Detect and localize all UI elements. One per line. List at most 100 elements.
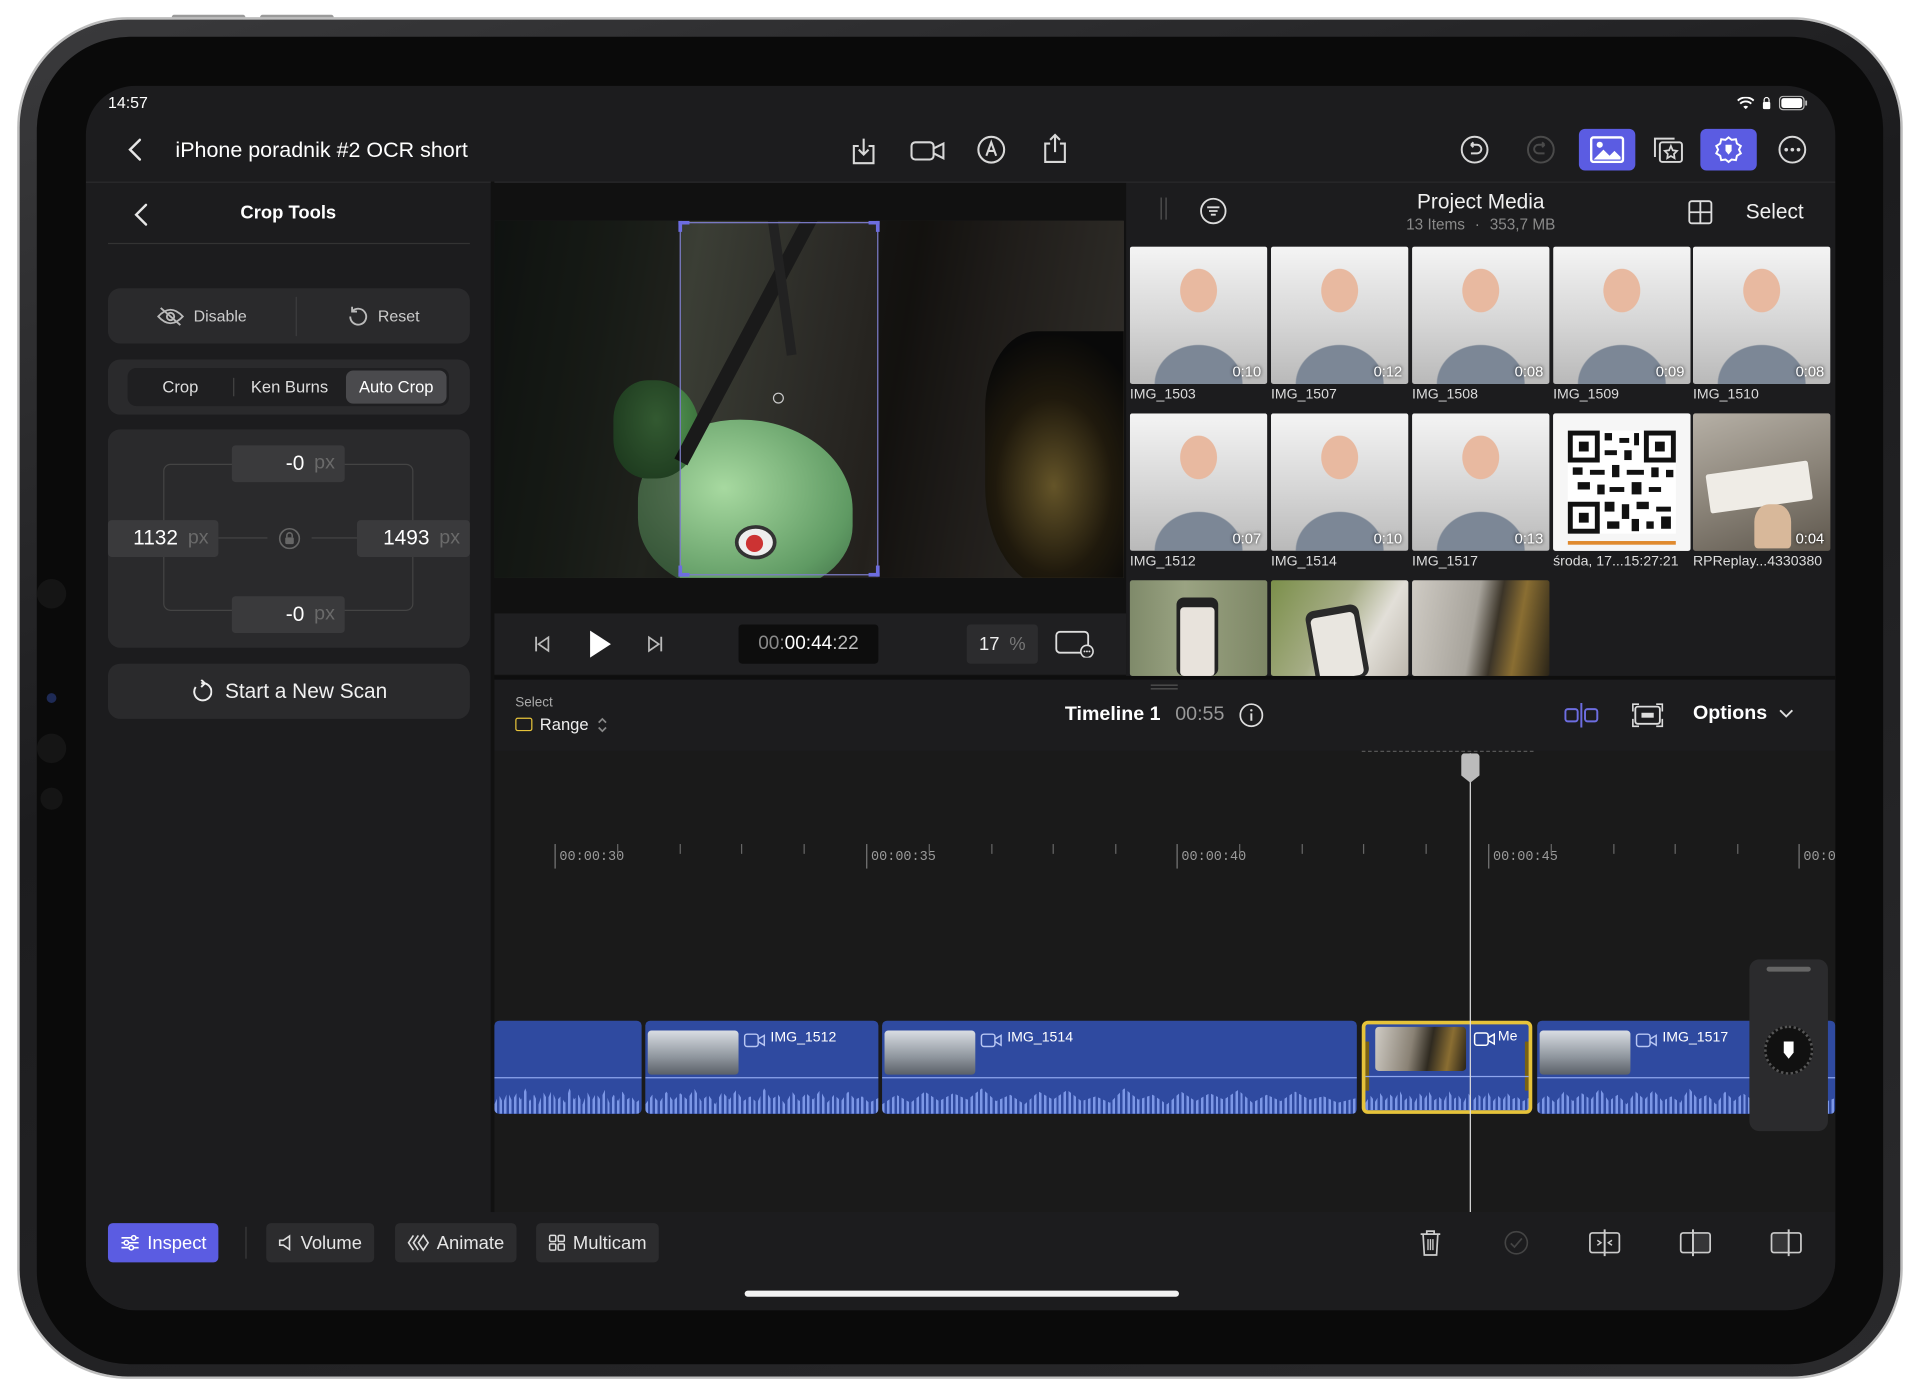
media-select-button[interactable]: Select bbox=[1746, 200, 1804, 225]
front-camera bbox=[46, 693, 57, 703]
crop-left-value: 1132 bbox=[133, 526, 179, 550]
timecode-display[interactable]: 00: 00:44:22 bbox=[738, 624, 879, 664]
grid-view-button[interactable] bbox=[1686, 198, 1715, 227]
play-button[interactable] bbox=[584, 626, 616, 663]
import-button[interactable] bbox=[846, 132, 880, 169]
markup-button[interactable] bbox=[974, 132, 1008, 166]
checkmark-circle-icon bbox=[1504, 1230, 1529, 1255]
inspector-toggle[interactable] bbox=[1700, 128, 1757, 171]
jog-drag-handle[interactable] bbox=[1766, 966, 1811, 972]
media-thumb-img-1503[interactable]: 0:10 bbox=[1129, 246, 1268, 384]
timeline-view-button[interactable] bbox=[1629, 699, 1666, 731]
media-name: IMG_1508 bbox=[1412, 387, 1478, 403]
timeline-clip[interactable] bbox=[494, 1020, 642, 1114]
split-clip-button[interactable] bbox=[1587, 1227, 1621, 1259]
redo-button[interactable] bbox=[1524, 132, 1558, 166]
animate-button[interactable]: Animate bbox=[395, 1223, 517, 1263]
range-select-button[interactable]: Range bbox=[515, 715, 608, 734]
crop-right-field[interactable]: 1493 px bbox=[356, 520, 470, 557]
share-button[interactable] bbox=[1038, 130, 1072, 167]
media-thumb-qr-screenshot[interactable] bbox=[1553, 413, 1691, 551]
segment-auto-crop[interactable]: Auto Crop bbox=[345, 370, 447, 404]
media-thumb-img-1507[interactable]: 0:12 bbox=[1270, 246, 1409, 384]
crop-bottom-field[interactable]: -0 px bbox=[231, 596, 345, 634]
timecode-prefix: 00: bbox=[758, 633, 785, 654]
media-filter-button[interactable] bbox=[1197, 195, 1229, 227]
crop-top-value: -0 bbox=[285, 451, 305, 475]
photo-icon bbox=[1589, 136, 1625, 164]
clip-appearance-icon bbox=[1632, 703, 1664, 728]
segment-ken-burns[interactable]: Ken Burns bbox=[236, 368, 344, 406]
crop-left-field[interactable]: 1132 px bbox=[107, 520, 219, 557]
checkmark-button[interactable] bbox=[1502, 1228, 1531, 1257]
trim-end-button[interactable] bbox=[1769, 1227, 1803, 1259]
volume-button[interactable]: Volume bbox=[266, 1223, 375, 1263]
info-circle-icon[interactable] bbox=[1239, 703, 1264, 728]
clip-trim-handle-left[interactable] bbox=[1365, 1041, 1370, 1091]
media-thumb-img-1517[interactable]: 0:13 bbox=[1412, 413, 1550, 551]
timeline-area[interactable] bbox=[494, 750, 1836, 1213]
crop-rectangle[interactable] bbox=[678, 220, 880, 577]
segment-crop[interactable]: Crop bbox=[128, 368, 234, 406]
media-thumb-img-1514[interactable]: 0:10 bbox=[1270, 413, 1409, 551]
reset-button[interactable]: Reset bbox=[297, 288, 470, 343]
home-indicator[interactable] bbox=[744, 1290, 1179, 1297]
media-thumb-img-1510[interactable]: 0:08 bbox=[1692, 246, 1831, 384]
start-new-scan-button[interactable]: Start a New Scan bbox=[107, 663, 470, 719]
crop-top-field[interactable]: -0 px bbox=[231, 445, 345, 483]
aspect-lock-button[interactable] bbox=[276, 525, 303, 552]
timeline-clip-img-1514[interactable]: IMG_1514 bbox=[882, 1020, 1357, 1114]
transport-bar: 00: 00:44:22 17 % bbox=[494, 613, 1127, 675]
next-edit-button[interactable] bbox=[642, 631, 669, 658]
crop-handle-bottom-left[interactable] bbox=[678, 565, 690, 577]
keyframe-diamonds-icon bbox=[407, 1234, 430, 1252]
previous-edit-button[interactable] bbox=[529, 631, 556, 658]
range-icon bbox=[515, 717, 533, 732]
camera-button[interactable] bbox=[908, 135, 947, 167]
media-thumb-rpreplay[interactable]: 0:04 bbox=[1692, 413, 1831, 551]
undo-button[interactable] bbox=[1457, 132, 1491, 166]
resize-handle[interactable] bbox=[1150, 684, 1178, 690]
panel-drag-handle[interactable] bbox=[1160, 197, 1167, 220]
viewer-video-frame[interactable] bbox=[494, 220, 1124, 578]
media-thumb-img-1508[interactable]: 0:08 bbox=[1412, 246, 1550, 384]
snapping-icon bbox=[1564, 702, 1599, 728]
media-items-count: 13 Items bbox=[1406, 215, 1465, 234]
crop-center-point[interactable] bbox=[772, 392, 784, 404]
jog-wheel[interactable] bbox=[1764, 1025, 1814, 1075]
clip-trim-handle-right[interactable] bbox=[1524, 1041, 1529, 1091]
timeline-clip-img-1512[interactable]: IMG_1512 bbox=[645, 1020, 879, 1114]
crop-handle-bottom-right[interactable] bbox=[868, 565, 880, 577]
disable-button[interactable]: Disable bbox=[108, 288, 296, 343]
media-name: IMG_1509 bbox=[1553, 387, 1620, 403]
multicam-button[interactable]: Multicam bbox=[536, 1223, 659, 1263]
snapping-button[interactable] bbox=[1563, 699, 1600, 731]
jog-control[interactable] bbox=[1749, 959, 1828, 1132]
viewer-options-button[interactable] bbox=[1054, 628, 1096, 660]
media-thumb-phone-1[interactable] bbox=[1129, 580, 1268, 676]
media-browser-toggle[interactable] bbox=[1578, 128, 1636, 171]
inspect-button[interactable]: Inspect bbox=[107, 1223, 219, 1263]
media-name: RPReplay...4330380 bbox=[1692, 554, 1823, 570]
crop-handle-top-left[interactable] bbox=[678, 220, 690, 232]
chevron-down-icon bbox=[1779, 709, 1794, 718]
timeline-clip-selected[interactable]: Me bbox=[1361, 1020, 1533, 1114]
media-thumb-img-1509[interactable]: 0:09 bbox=[1553, 246, 1691, 384]
crop-handle-top-right[interactable] bbox=[868, 220, 880, 232]
clip-name: IMG_1514 bbox=[1007, 1030, 1074, 1046]
screen: 14:57 iPhone poradnik #2 OCR short Crop … bbox=[85, 85, 1836, 1311]
effects-browser-button[interactable] bbox=[1644, 129, 1693, 171]
back-button[interactable] bbox=[120, 132, 149, 166]
trim-start-button[interactable] bbox=[1678, 1227, 1712, 1259]
media-duration: 0:04 bbox=[1795, 529, 1825, 548]
zoom-field[interactable]: 17 % bbox=[966, 624, 1038, 664]
more-button[interactable] bbox=[1775, 132, 1809, 166]
media-thumb-pillow[interactable] bbox=[1412, 580, 1550, 676]
zoom-value: 17 bbox=[978, 633, 1000, 655]
options-menu-button[interactable]: Options bbox=[1693, 703, 1794, 725]
reset-arrow-icon bbox=[349, 306, 368, 326]
bezel-sensor bbox=[36, 733, 67, 764]
delete-button[interactable] bbox=[1416, 1227, 1445, 1259]
media-thumb-img-1512[interactable]: 0:07 bbox=[1129, 413, 1268, 551]
media-thumb-phone-2[interactable] bbox=[1270, 580, 1409, 676]
